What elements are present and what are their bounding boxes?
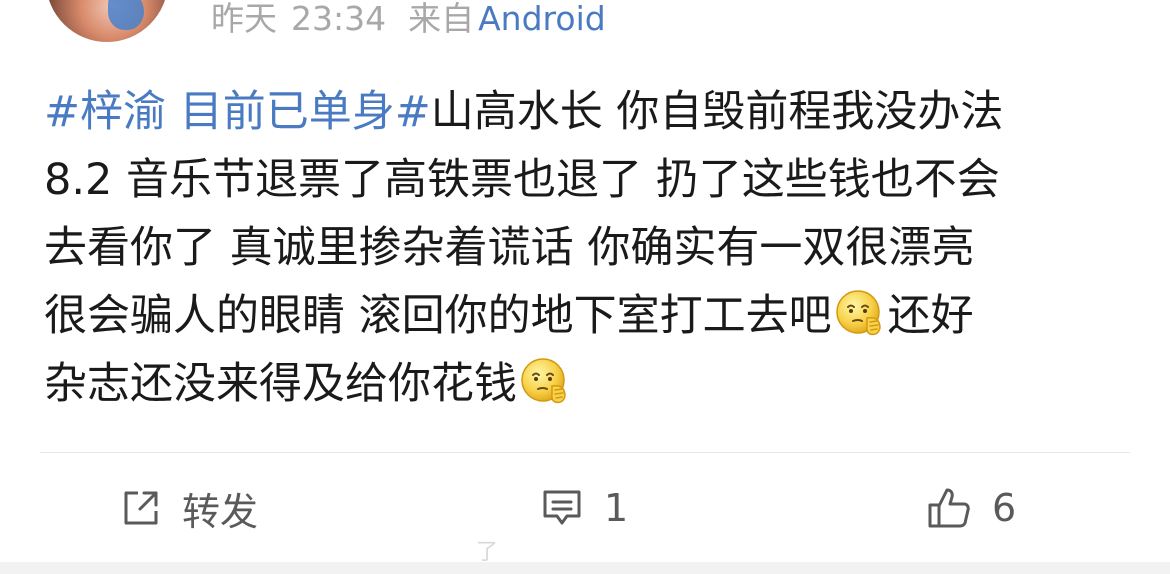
- post-text-line: 8.2 音乐节退票了高铁票也退了 扔了这些钱也不会: [44, 146, 1134, 214]
- post-meta: 昨天 23:34 来自 Android: [211, 0, 606, 40]
- post-text: 8.2 音乐节退票了高铁票也退了 扔了这些钱也不会: [44, 155, 1000, 205]
- actions-divider: [40, 452, 1130, 453]
- watermark: 了: [476, 540, 501, 565]
- post-body: #梓渝 目前已单身#山高水长 你自毁前程我没办法 8.2 音乐节退票了高铁票也退了…: [44, 78, 1134, 418]
- post-source-device[interactable]: Android: [478, 0, 606, 38]
- thumbs-up-icon: [928, 488, 970, 528]
- thinking-emoji: [519, 356, 571, 408]
- share-out-icon: [124, 491, 158, 525]
- like-count: 6: [992, 486, 1017, 530]
- post-text: 很会骗人的眼睛 滚回你的地下室打工去吧: [44, 291, 832, 341]
- post-text-line: #梓渝 目前已单身#山高水长 你自毁前程我没办法: [44, 78, 1134, 146]
- post-text-line: 很会骗人的眼睛 滚回你的地下室打工去吧 还好: [44, 282, 1134, 350]
- post-time: 23:34: [291, 0, 387, 38]
- weibo-post-card: 昨天 23:34 来自 Android #梓渝 目前已单身#山高水长 你自毁前程我没办…: [0, 0, 1170, 574]
- thinking-emoji: [834, 288, 886, 340]
- hashtag-link[interactable]: #梓渝 目前已单身#: [44, 87, 431, 137]
- like-button[interactable]: 6: [926, 480, 1016, 536]
- post-source-label: 来自: [408, 0, 475, 38]
- post-text: 杂志还没来得及给你花钱: [44, 359, 517, 409]
- comment-count: 1: [604, 486, 629, 530]
- post-text-line: 杂志还没来得及给你花钱: [44, 350, 1134, 418]
- post-text-line: 去看你了 真诚里掺杂着谎话 你确实有一双很漂亮: [44, 214, 1134, 282]
- post-text: 去看你了 真诚里掺杂着谎话 你确实有一双很漂亮: [44, 223, 975, 273]
- comment-button[interactable]: 1: [540, 480, 628, 536]
- comment-bubble-icon: [543, 490, 581, 525]
- repost-button[interactable]: 转发: [120, 480, 258, 536]
- post-text: 山高水长 你自毁前程我没办法: [430, 87, 1004, 137]
- avatar-detail: [108, 0, 144, 30]
- post-actions: 转发 1 6: [0, 480, 1170, 536]
- repost-label: 转发: [182, 489, 259, 534]
- post-date: 昨天: [211, 0, 277, 38]
- user-avatar[interactable]: [46, 0, 168, 42]
- bottom-separator: [0, 562, 1170, 574]
- post-text: 还好: [887, 291, 974, 341]
